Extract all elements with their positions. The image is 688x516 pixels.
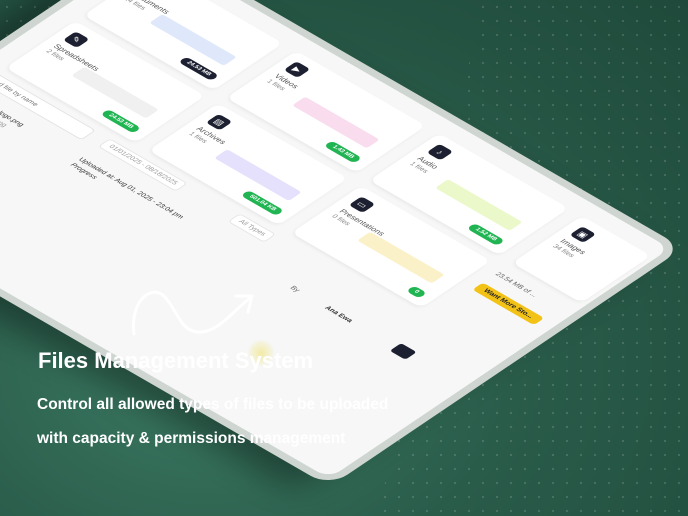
uploaded-at: Uploaded at: Aug 01, 2025 - 23:04 pm	[76, 156, 185, 220]
spreadsheet-icon: ✎	[62, 31, 90, 49]
card-title: Audio	[415, 155, 441, 171]
hero-line-1: Control all allowed types of files to be…	[37, 396, 389, 413]
image-icon: ▣	[569, 226, 597, 243]
want-more-storage-button[interactable]: Want More Sto...	[472, 282, 544, 325]
hero-title: Files Management System	[38, 348, 314, 373]
swirl-arrow-icon	[132, 290, 254, 336]
presentation-icon: ▭	[348, 196, 376, 214]
size-pill: 1.52 MB	[466, 223, 505, 246]
user-name: Ana Ewa	[322, 305, 354, 324]
audio-icon: ♪	[426, 143, 454, 161]
hero-line-2: with capacity & permissions management	[37, 430, 346, 447]
size-pill: 0	[405, 285, 428, 299]
row-action-button[interactable]	[389, 343, 417, 360]
card-title: Videos	[272, 72, 301, 90]
archive-icon: ▤	[205, 113, 233, 131]
size-pill: 1.43 MB	[323, 140, 363, 164]
video-icon: ▶	[283, 61, 311, 78]
by-label: By	[288, 285, 301, 294]
